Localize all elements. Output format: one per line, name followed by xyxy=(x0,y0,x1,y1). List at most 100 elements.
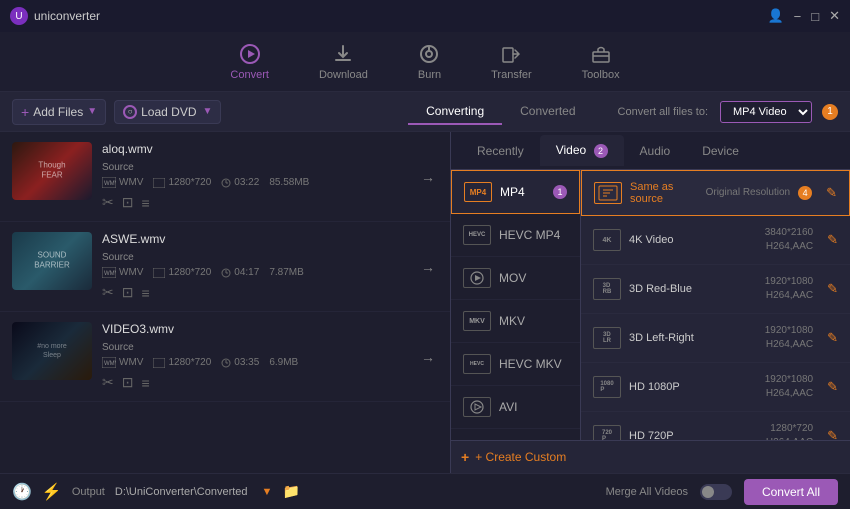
nav-burn-label: Burn xyxy=(418,69,441,81)
mp4-label: MP4 xyxy=(500,185,525,199)
output-dropdown-icon[interactable]: ▼ xyxy=(262,486,273,498)
create-custom-button[interactable]: + + Create Custom xyxy=(451,440,850,473)
transfer-icon xyxy=(500,43,522,65)
file-name: ASWE.wmv xyxy=(102,232,408,246)
convert-arrow: → xyxy=(418,142,438,211)
edit-1080p-icon[interactable]: ✎ xyxy=(827,379,838,395)
4k-icon: 4K xyxy=(593,229,621,251)
edit-3d-lr-icon[interactable]: ✎ xyxy=(827,330,838,346)
tab-recently-label: Recently xyxy=(477,144,524,158)
minimize-icon[interactable]: − xyxy=(794,9,802,24)
user-icon[interactable]: 👤 xyxy=(767,8,783,24)
settings-icon[interactable]: ≡ xyxy=(141,195,149,211)
load-dvd-arrow: ▼ xyxy=(203,106,213,117)
source-label: Source xyxy=(102,252,408,263)
add-files-label: Add Files xyxy=(33,105,83,119)
load-dvd-label: Load DVD xyxy=(141,105,196,119)
file-info: ASWE.wmv Source WMV WMV 1280*720 04:17 xyxy=(102,232,408,301)
convert-all-button[interactable]: Convert All xyxy=(744,479,838,505)
cut-icon[interactable]: ✂ xyxy=(102,374,114,391)
edit-3d-rb-icon[interactable]: ✎ xyxy=(827,281,838,297)
tab-converting[interactable]: Converting xyxy=(408,99,502,125)
crop-icon[interactable]: ⊡ xyxy=(122,284,134,301)
tab-recently[interactable]: Recently xyxy=(461,136,540,166)
tab-audio[interactable]: Audio xyxy=(624,136,687,166)
app-name: uniconverter xyxy=(34,9,100,23)
3d-red-blue-icon: 3DRB xyxy=(593,278,621,300)
download-icon xyxy=(332,43,354,65)
resolution-item-3d-red-blue[interactable]: 3DRB 3D Red-Blue 1920*1080H264,AAC ✎ xyxy=(581,265,850,314)
convert-icon xyxy=(239,43,261,65)
hevc-mkv-icon: HEVC xyxy=(463,354,491,374)
folder-icon[interactable]: 📁 xyxy=(282,483,299,500)
format-panel: Recently Video 2 Audio Device MP4 MP4 1 xyxy=(450,132,850,473)
format-item-mp4[interactable]: MP4 MP4 1 xyxy=(451,170,580,214)
resolution-item-same-source[interactable]: Same as source Original Resolution 4 ✎ xyxy=(581,170,850,216)
crop-icon[interactable]: ⊡ xyxy=(122,194,134,211)
hd-720p-icon: 720P xyxy=(593,425,621,440)
resolution-item-4k[interactable]: 4K 4K Video 3840*2160H264,AAC ✎ xyxy=(581,216,850,265)
crop-icon[interactable]: ⊡ xyxy=(122,374,134,391)
tab-device[interactable]: Device xyxy=(686,136,755,166)
mp4-badge: 1 xyxy=(553,185,567,199)
tab-device-label: Device xyxy=(702,144,739,158)
mkv-label: MKV xyxy=(499,314,525,328)
add-files-button[interactable]: + Add Files ▼ xyxy=(12,99,106,125)
edit-icon[interactable]: ✎ xyxy=(826,185,837,201)
settings-icon[interactable]: ≡ xyxy=(141,375,149,391)
nav-transfer[interactable]: Transfer xyxy=(491,43,532,81)
svg-text:WMV: WMV xyxy=(104,361,116,367)
nav-burn[interactable]: Burn xyxy=(418,43,441,81)
format-item-mkv[interactable]: MKV MKV xyxy=(451,300,580,343)
file-item: #no moreSleep VIDEO3.wmv Source WMV WMV … xyxy=(0,312,450,402)
file-thumbnail: ThoughFEAR xyxy=(12,142,92,200)
avi-icon xyxy=(463,397,491,417)
hd-1080p-detail: 1920*1080H264,AAC xyxy=(765,373,813,401)
format-tabs: Recently Video 2 Audio Device xyxy=(451,132,850,170)
svg-text:WMV: WMV xyxy=(104,271,116,277)
cut-icon[interactable]: ✂ xyxy=(102,194,114,211)
merge-toggle[interactable] xyxy=(700,484,732,500)
cut-icon[interactable]: ✂ xyxy=(102,284,114,301)
title-bar: U uniconverter 👤 − □ ✕ xyxy=(0,0,850,32)
source-label: Source xyxy=(102,162,408,173)
file-resolution: 1280*720 xyxy=(153,177,211,188)
file-info: aloq.wmv Source WMV WMV 1280*720 03:22 xyxy=(102,142,408,211)
tab-converted[interactable]: Converted xyxy=(502,99,593,125)
tab-video[interactable]: Video 2 xyxy=(540,135,624,166)
resolution-item-hd-1080p[interactable]: 1080P HD 1080P 1920*1080H264,AAC ✎ xyxy=(581,363,850,412)
nav-download[interactable]: Download xyxy=(319,43,368,81)
output-label: Output xyxy=(72,486,105,498)
file-item: SOUNDBARRIER ASWE.wmv Source WMV WMV 128… xyxy=(0,222,450,312)
edit-4k-icon[interactable]: ✎ xyxy=(827,232,838,248)
create-custom-label: + Create Custom xyxy=(475,450,566,464)
same-source-label: Same as source xyxy=(630,181,698,205)
tab-audio-label: Audio xyxy=(640,144,671,158)
thumb-text: SOUNDBARRIER xyxy=(34,251,70,272)
mov-label: MOV xyxy=(499,271,526,285)
format-item-avi[interactable]: AVI xyxy=(451,386,580,429)
close-icon[interactable]: ✕ xyxy=(829,8,840,24)
video-badge: 2 xyxy=(594,144,608,158)
file-duration: 03:35 xyxy=(221,357,259,368)
maximize-icon[interactable]: □ xyxy=(811,9,819,24)
format-item-wmv[interactable]: WMV WMV xyxy=(451,429,580,440)
format-item-hevc-mkv[interactable]: HEVC HEVC MKV xyxy=(451,343,580,386)
file-list: ThoughFEAR aloq.wmv Source WMV WMV 1280*… xyxy=(0,132,450,473)
file-size: 7.87MB xyxy=(269,267,303,278)
convert-format-select[interactable]: MP4 Video xyxy=(720,101,812,123)
format-item-hevc-mp4[interactable]: HEVC HEVC MP4 xyxy=(451,214,580,257)
clock-icon[interactable]: 🕐 xyxy=(12,482,32,502)
load-dvd-button[interactable]: ○ Load DVD ▼ xyxy=(114,100,221,124)
format-item-mov[interactable]: MOV xyxy=(451,257,580,300)
resolution-item-3d-left-right[interactable]: 3DLR 3D Left-Right 1920*1080H264,AAC ✎ xyxy=(581,314,850,363)
edit-720p-icon[interactable]: ✎ xyxy=(827,428,838,440)
file-name: aloq.wmv xyxy=(102,142,408,156)
settings-icon[interactable]: ≡ xyxy=(141,285,149,301)
hevc-mp4-icon: HEVC xyxy=(463,225,491,245)
nav-toolbox[interactable]: Toolbox xyxy=(582,43,620,81)
same-source-detail: Original Resolution xyxy=(706,186,791,200)
lightning-icon[interactable]: ⚡ xyxy=(42,482,62,502)
resolution-item-hd-720p[interactable]: 720P HD 720P 1280*720H264,AAC ✎ xyxy=(581,412,850,440)
nav-convert[interactable]: Convert xyxy=(230,43,269,81)
